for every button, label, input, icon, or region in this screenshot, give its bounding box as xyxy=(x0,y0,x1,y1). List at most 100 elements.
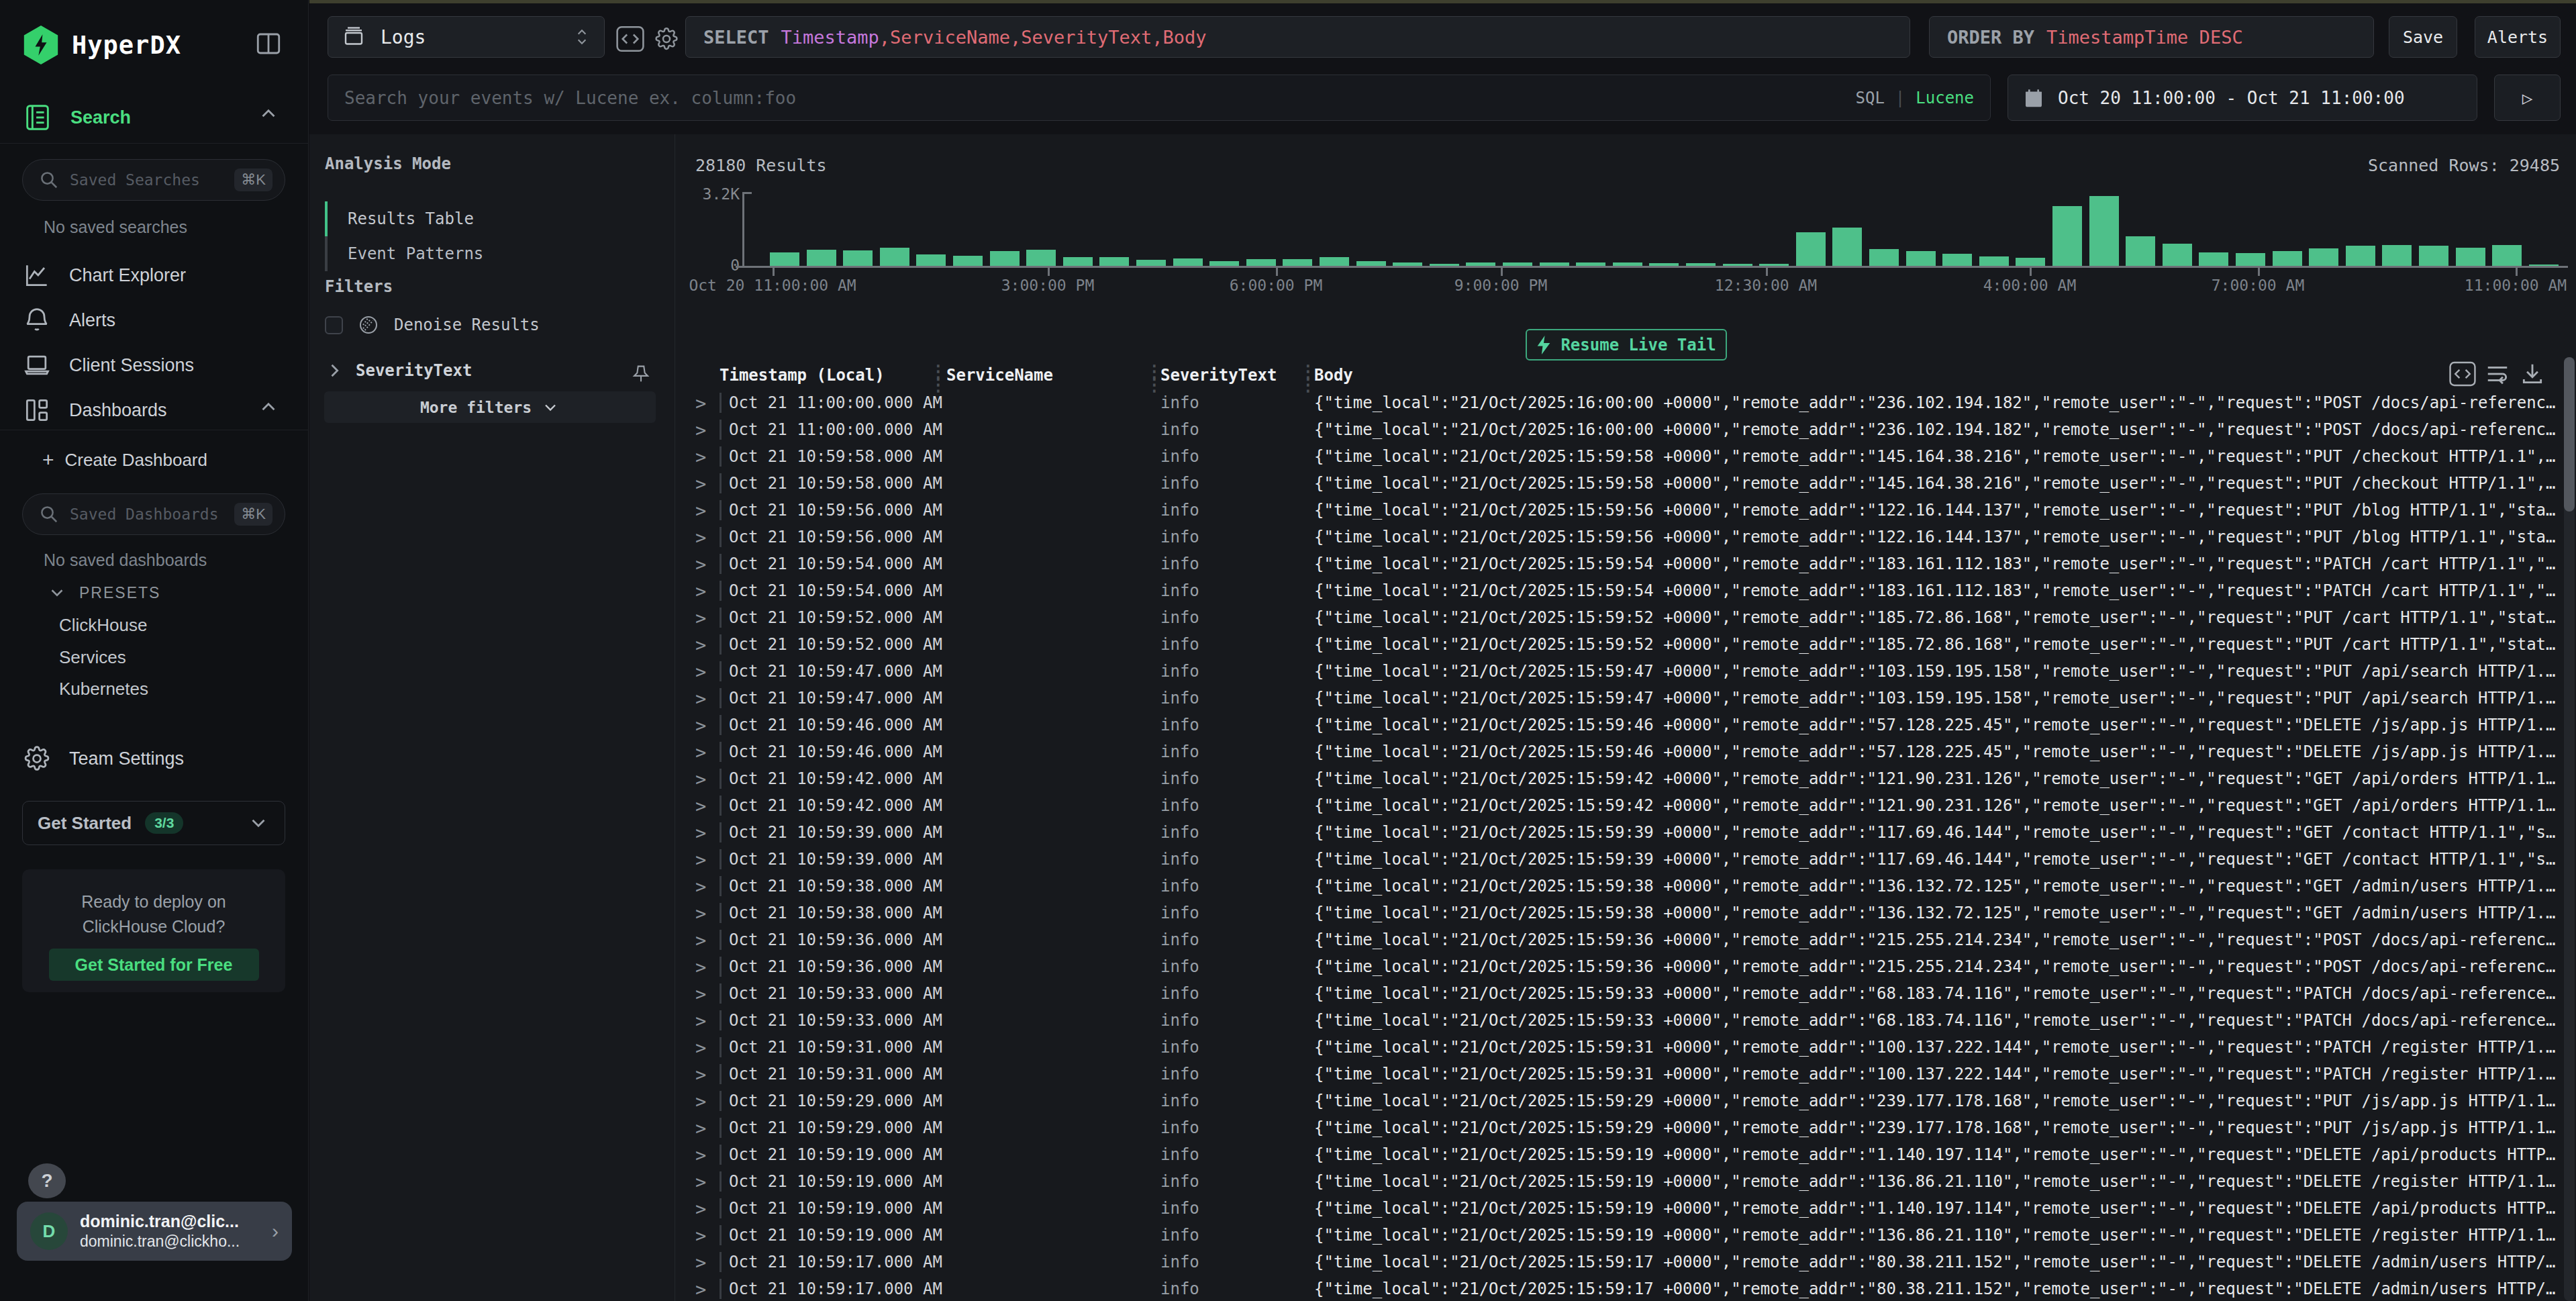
more-filters-button[interactable]: More filters xyxy=(324,391,656,423)
row-expand-icon[interactable]: > xyxy=(695,581,720,601)
checkbox-icon[interactable] xyxy=(325,316,343,334)
table-row[interactable]: >Oct 21 10:59:29.000 AMinfo{"time_local"… xyxy=(675,1088,2576,1114)
row-expand-icon[interactable]: > xyxy=(695,1010,720,1031)
table-row[interactable]: >Oct 21 10:59:31.000 AMinfo{"time_local"… xyxy=(675,1061,2576,1088)
lang-sql[interactable]: SQL xyxy=(1855,89,1884,107)
presets-toggle[interactable]: PRESETS xyxy=(47,583,311,603)
table-row[interactable]: >Oct 21 10:59:33.000 AMinfo{"time_local"… xyxy=(675,1007,2576,1034)
row-expand-icon[interactable]: > xyxy=(695,796,720,816)
table-row[interactable]: >Oct 21 10:59:42.000 AMinfo{"time_local"… xyxy=(675,765,2576,792)
denoise-checkbox-row[interactable]: Denoise Results xyxy=(325,314,540,336)
table-row[interactable]: >Oct 21 10:59:19.000 AMinfo{"time_local"… xyxy=(675,1141,2576,1168)
create-dashboard-button[interactable]: + Create Dashboard xyxy=(42,448,307,471)
pin-icon[interactable] xyxy=(630,363,652,385)
table-row[interactable]: >Oct 21 10:59:17.000 AMinfo{"time_local"… xyxy=(675,1249,2576,1275)
help-button[interactable]: ? xyxy=(28,1163,66,1198)
row-expand-icon[interactable]: > xyxy=(695,769,720,789)
row-expand-icon[interactable]: > xyxy=(695,1171,720,1192)
table-row[interactable]: >Oct 21 10:59:39.000 AMinfo{"time_local"… xyxy=(675,819,2576,846)
table-row[interactable]: >Oct 21 10:59:56.000 AMinfo{"time_local"… xyxy=(675,497,2576,524)
orderby-editor[interactable]: ORDER BY TimestampTime DESC xyxy=(1929,16,2374,58)
get-started-free-button[interactable]: Get Started for Free xyxy=(49,949,259,981)
sql-mode-icon[interactable] xyxy=(616,26,644,52)
table-row[interactable]: >Oct 21 10:59:54.000 AMinfo{"time_local"… xyxy=(675,577,2576,604)
row-expand-icon[interactable]: > xyxy=(695,1225,720,1246)
table-row[interactable]: >Oct 21 10:59:52.000 AMinfo{"time_local"… xyxy=(675,631,2576,658)
scrollbar[interactable] xyxy=(2564,357,2575,1301)
table-row[interactable]: >Oct 21 10:59:17.000 AMinfo{"time_local"… xyxy=(675,1275,2576,1301)
table-row[interactable]: >Oct 21 10:59:31.000 AMinfo{"time_local"… xyxy=(675,1034,2576,1061)
save-button[interactable]: Save xyxy=(2389,16,2457,58)
lang-lucene[interactable]: Lucene xyxy=(1916,89,1974,107)
mode-event-patterns[interactable]: Event Patterns xyxy=(325,236,483,271)
user-menu[interactable]: D dominic.tran@clic... dominic.tran@clic… xyxy=(17,1202,292,1261)
table-row[interactable]: >Oct 21 10:59:54.000 AMinfo{"time_local"… xyxy=(675,550,2576,577)
mode-results-table[interactable]: Results Table xyxy=(325,201,474,236)
row-expand-icon[interactable]: > xyxy=(695,930,720,951)
code-view-icon[interactable] xyxy=(2449,361,2476,387)
row-expand-icon[interactable]: > xyxy=(695,1252,720,1273)
preset-clickhouse[interactable]: ClickHouse xyxy=(59,615,148,636)
row-expand-icon[interactable]: > xyxy=(695,1064,720,1085)
histogram-plot[interactable] xyxy=(742,193,2561,266)
row-expand-icon[interactable]: > xyxy=(695,1037,720,1058)
sidebar-item-search[interactable]: Search xyxy=(22,102,287,133)
row-expand-icon[interactable]: > xyxy=(695,473,720,494)
table-row[interactable]: >Oct 21 10:59:47.000 AMinfo{"time_local"… xyxy=(675,685,2576,712)
column-header[interactable]: Timestamp (Local) xyxy=(720,366,885,385)
row-expand-icon[interactable]: > xyxy=(695,1279,720,1300)
table-row[interactable]: >Oct 21 10:59:36.000 AMinfo{"time_local"… xyxy=(675,926,2576,953)
column-header[interactable]: Body xyxy=(1314,366,1353,385)
table-row[interactable]: >Oct 21 11:00:00.000 AMinfo{"time_local"… xyxy=(675,389,2576,416)
row-expand-icon[interactable]: > xyxy=(695,661,720,682)
row-expand-icon[interactable]: > xyxy=(695,1145,720,1165)
table-row[interactable]: >Oct 21 10:59:47.000 AMinfo{"time_local"… xyxy=(675,658,2576,685)
table-row[interactable]: >Oct 21 10:59:46.000 AMinfo{"time_local"… xyxy=(675,738,2576,765)
row-expand-icon[interactable]: > xyxy=(695,903,720,924)
table-row[interactable]: >Oct 21 10:59:58.000 AMinfo{"time_local"… xyxy=(675,443,2576,470)
column-header[interactable]: SeverityText xyxy=(1160,366,1277,385)
table-row[interactable]: >Oct 21 10:59:33.000 AMinfo{"time_local"… xyxy=(675,980,2576,1007)
source-select[interactable]: Logs xyxy=(328,16,605,58)
table-row[interactable]: >Oct 21 10:59:36.000 AMinfo{"time_local"… xyxy=(675,953,2576,980)
preset-kubernetes[interactable]: Kubernetes xyxy=(59,679,148,700)
row-expand-icon[interactable]: > xyxy=(695,876,720,897)
table-row[interactable]: >Oct 21 10:59:19.000 AMinfo{"time_local"… xyxy=(675,1168,2576,1195)
row-expand-icon[interactable]: > xyxy=(695,742,720,763)
column-resize-handle[interactable]: ⋮⋮ xyxy=(1146,365,1163,391)
sidebar-item-alerts[interactable]: Alerts xyxy=(22,305,287,335)
table-row[interactable]: >Oct 21 10:59:38.000 AMinfo{"time_local"… xyxy=(675,900,2576,926)
table-row[interactable]: >Oct 21 11:00:00.000 AMinfo{"time_local"… xyxy=(675,416,2576,443)
resume-live-tail-button[interactable]: Resume Live Tail xyxy=(1526,329,1727,360)
severity-filter-group[interactable]: SeverityText xyxy=(325,361,472,380)
row-expand-icon[interactable]: > xyxy=(695,1198,720,1219)
table-row[interactable]: >Oct 21 10:59:52.000 AMinfo{"time_local"… xyxy=(675,604,2576,631)
row-expand-icon[interactable]: > xyxy=(695,957,720,977)
column-header[interactable]: ServiceName xyxy=(946,366,1053,385)
saved-dashboards-input[interactable]: Saved Dashboards ⌘K xyxy=(22,493,285,535)
row-expand-icon[interactable]: > xyxy=(695,634,720,655)
row-expand-icon[interactable]: > xyxy=(695,849,720,870)
date-range-picker[interactable]: Oct 20 11:00:00 - Oct 21 11:00:00 xyxy=(2008,75,2477,121)
table-row[interactable]: >Oct 21 10:59:42.000 AMinfo{"time_local"… xyxy=(675,792,2576,819)
table-row[interactable]: >Oct 21 10:59:38.000 AMinfo{"time_local"… xyxy=(675,873,2576,900)
column-resize-handle[interactable]: ⋮⋮ xyxy=(930,365,947,391)
preset-services[interactable]: Services xyxy=(59,647,126,668)
run-query-button[interactable]: ▷ xyxy=(2494,75,2561,121)
row-expand-icon[interactable]: > xyxy=(695,420,720,440)
table-row[interactable]: >Oct 21 10:59:39.000 AMinfo{"time_local"… xyxy=(675,846,2576,873)
row-expand-icon[interactable]: > xyxy=(695,393,720,414)
row-expand-icon[interactable]: > xyxy=(695,500,720,521)
table-row[interactable]: >Oct 21 10:59:56.000 AMinfo{"time_local"… xyxy=(675,524,2576,550)
row-expand-icon[interactable]: > xyxy=(695,822,720,843)
table-row[interactable]: >Oct 21 10:59:19.000 AMinfo{"time_local"… xyxy=(675,1195,2576,1222)
row-expand-icon[interactable]: > xyxy=(695,715,720,736)
alerts-button[interactable]: Alerts xyxy=(2475,16,2561,58)
row-expand-icon[interactable]: > xyxy=(695,1118,720,1139)
table-row[interactable]: >Oct 21 10:59:19.000 AMinfo{"time_local"… xyxy=(675,1222,2576,1249)
row-expand-icon[interactable]: > xyxy=(695,1091,720,1112)
scrollbar-thumb[interactable] xyxy=(2564,357,2575,512)
row-expand-icon[interactable]: > xyxy=(695,608,720,628)
table-row[interactable]: >Oct 21 10:59:58.000 AMinfo{"time_local"… xyxy=(675,470,2576,497)
sidebar-item-dashboards[interactable]: Dashboards xyxy=(22,395,287,425)
